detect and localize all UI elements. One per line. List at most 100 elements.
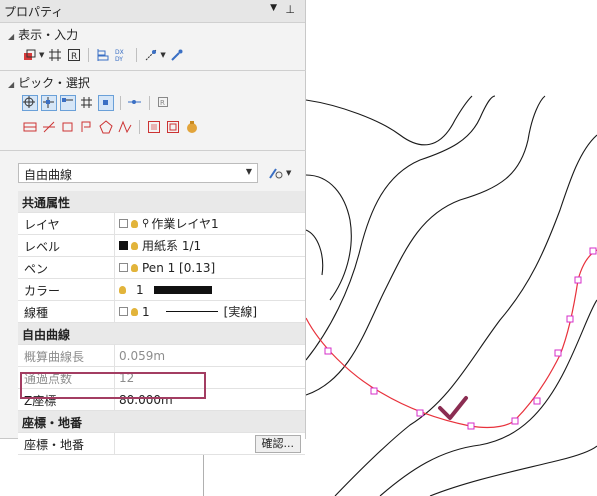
select-point-icon[interactable] — [22, 119, 38, 135]
magnifier-icon: ⚲ — [142, 218, 150, 229]
contour-line — [305, 174, 352, 301]
eyedropper-icon[interactable] — [169, 47, 185, 63]
pen-value: Pen 1 [0.13] — [142, 260, 216, 275]
element-type-select[interactable]: 自由曲線 ▼ — [18, 163, 258, 183]
dropdown-arrow-icon[interactable]: ▼ — [160, 51, 165, 59]
bulb-icon — [119, 285, 126, 294]
linetype-sample — [165, 311, 218, 312]
pick-on-line-icon[interactable] — [127, 95, 143, 111]
property-tool-button[interactable]: ▼ — [268, 164, 298, 182]
vertex-marker — [554, 349, 562, 357]
contour-line — [305, 95, 546, 396]
collapse-arrow-icon: ◢ — [8, 32, 15, 41]
panel-titlebar: プロパティ ▼ ⊥ — [0, 0, 305, 23]
vertex-marker — [589, 247, 597, 255]
dropdown-arrow-icon[interactable]: ▼ — [39, 51, 44, 59]
vertex-marker — [566, 315, 574, 323]
contour-line — [305, 95, 473, 146]
brush-gear-icon — [269, 168, 283, 179]
separator — [136, 48, 138, 62]
category-free-curve[interactable]: 自由曲線 — [18, 323, 305, 345]
select-line-icon[interactable] — [41, 119, 57, 135]
svg-text:R: R — [160, 99, 165, 107]
svg-text:DX: DX — [115, 49, 124, 56]
select-area-icon[interactable] — [165, 119, 181, 135]
separator — [88, 48, 90, 62]
section-pick-select[interactable]: ◢ ピック・選択 — [8, 74, 90, 91]
linetype-value: 1 — [142, 304, 150, 319]
row-layer[interactable]: レイヤ ⚲ 作業レイヤ1 — [18, 213, 305, 235]
category-common[interactable]: 共通属性 — [18, 191, 305, 213]
bulb-icon — [131, 219, 138, 228]
svg-text:R: R — [71, 52, 77, 62]
pick-grid-icon[interactable] — [79, 95, 95, 111]
properties-panel: プロパティ ▼ ⊥ ◢表示・入力 ▼ R DXDY ▼ ◢ピック・選択 R — [0, 0, 306, 455]
separator — [149, 96, 150, 110]
visibility-checkbox[interactable] — [119, 219, 128, 228]
vertex-marker — [467, 422, 475, 430]
row-coordinates[interactable]: 座標・地番 確認... — [18, 433, 305, 455]
layer-order-icon[interactable] — [22, 47, 38, 63]
select-curve-icon[interactable] — [117, 119, 133, 135]
level-value: 用紙系 1/1 — [142, 239, 202, 253]
row-level[interactable]: レベル 用紙系 1/1 — [18, 235, 305, 257]
linetype-name: [実線] — [223, 305, 258, 319]
dropdown-arrow-icon: ▼ — [286, 169, 292, 177]
chevron-down-icon: ▼ — [245, 167, 252, 176]
color-value: 1 — [136, 282, 144, 297]
grid-icon[interactable] — [47, 47, 63, 63]
divider — [0, 150, 306, 151]
row-pen[interactable]: ペン Pen 1 [0.13] — [18, 257, 305, 279]
toolbar-pick: R — [22, 94, 175, 112]
pick-reference-icon[interactable]: R — [156, 95, 172, 111]
select-all-icon[interactable] — [146, 119, 162, 135]
separator — [139, 120, 140, 134]
property-grid: 共通属性 レイヤ ⚲ 作業レイヤ1 レベル 用紙系 1/1 ペン Pen 1 [0… — [18, 191, 305, 455]
bulb-icon — [131, 307, 138, 316]
highlight-box — [20, 372, 206, 399]
row-color[interactable]: カラー 1 — [18, 279, 305, 301]
separator — [120, 96, 121, 110]
toolbar-select — [22, 118, 203, 136]
select-flag-icon[interactable] — [79, 119, 95, 135]
vertex-marker — [533, 397, 541, 405]
linetype-checkbox[interactable] — [119, 307, 128, 316]
bulb-icon — [131, 241, 138, 250]
pick-cross-icon[interactable] — [41, 95, 57, 111]
snap-line-icon[interactable] — [143, 47, 159, 63]
vertex-marker — [574, 276, 582, 284]
row-approx-length: 概算曲線長 0.059m — [18, 345, 305, 367]
vertex-marker — [370, 387, 378, 395]
dropdown-arrow-icon[interactable]: ▼ — [270, 3, 277, 13]
row-linetype[interactable]: 線種 1 [実線] — [18, 301, 305, 323]
select-rect-icon[interactable] — [60, 119, 76, 135]
selected-curve — [305, 249, 597, 429]
divider — [0, 70, 306, 71]
panel-title: プロパティ — [4, 5, 64, 19]
check-mark-icon — [438, 396, 468, 420]
toolbar-display: ▼ R DX DY ▼ — [22, 46, 188, 64]
pick-center-icon[interactable] — [98, 95, 114, 111]
bulb-icon — [131, 263, 138, 272]
section-display-input[interactable]: ◢ 表示・入力 — [8, 26, 78, 43]
align-icon[interactable] — [95, 47, 111, 63]
vertex-marker — [324, 347, 332, 355]
pen-checkbox[interactable] — [119, 263, 128, 272]
contour-line — [334, 134, 597, 496]
approx-length-value: 0.059m — [114, 345, 304, 366]
pin-icon[interactable]: ⊥ — [285, 3, 295, 16]
pick-point-icon[interactable] — [22, 95, 38, 111]
select-bag-icon[interactable] — [184, 119, 200, 135]
svg-text:DY: DY — [115, 56, 123, 62]
dxdy-icon[interactable]: DX DY — [114, 47, 130, 63]
color-swatch — [153, 285, 212, 294]
select-polygon-icon[interactable] — [98, 119, 114, 135]
contour-line — [305, 229, 324, 276]
category-coordinates[interactable]: 座標・地番 — [18, 411, 305, 433]
contour-line — [429, 445, 597, 496]
pick-end-icon[interactable] — [60, 95, 76, 111]
contour-line — [379, 299, 597, 496]
confirm-button[interactable]: 確認... — [254, 435, 301, 453]
reference-icon[interactable]: R — [66, 47, 82, 63]
vertex-marker — [511, 417, 519, 425]
